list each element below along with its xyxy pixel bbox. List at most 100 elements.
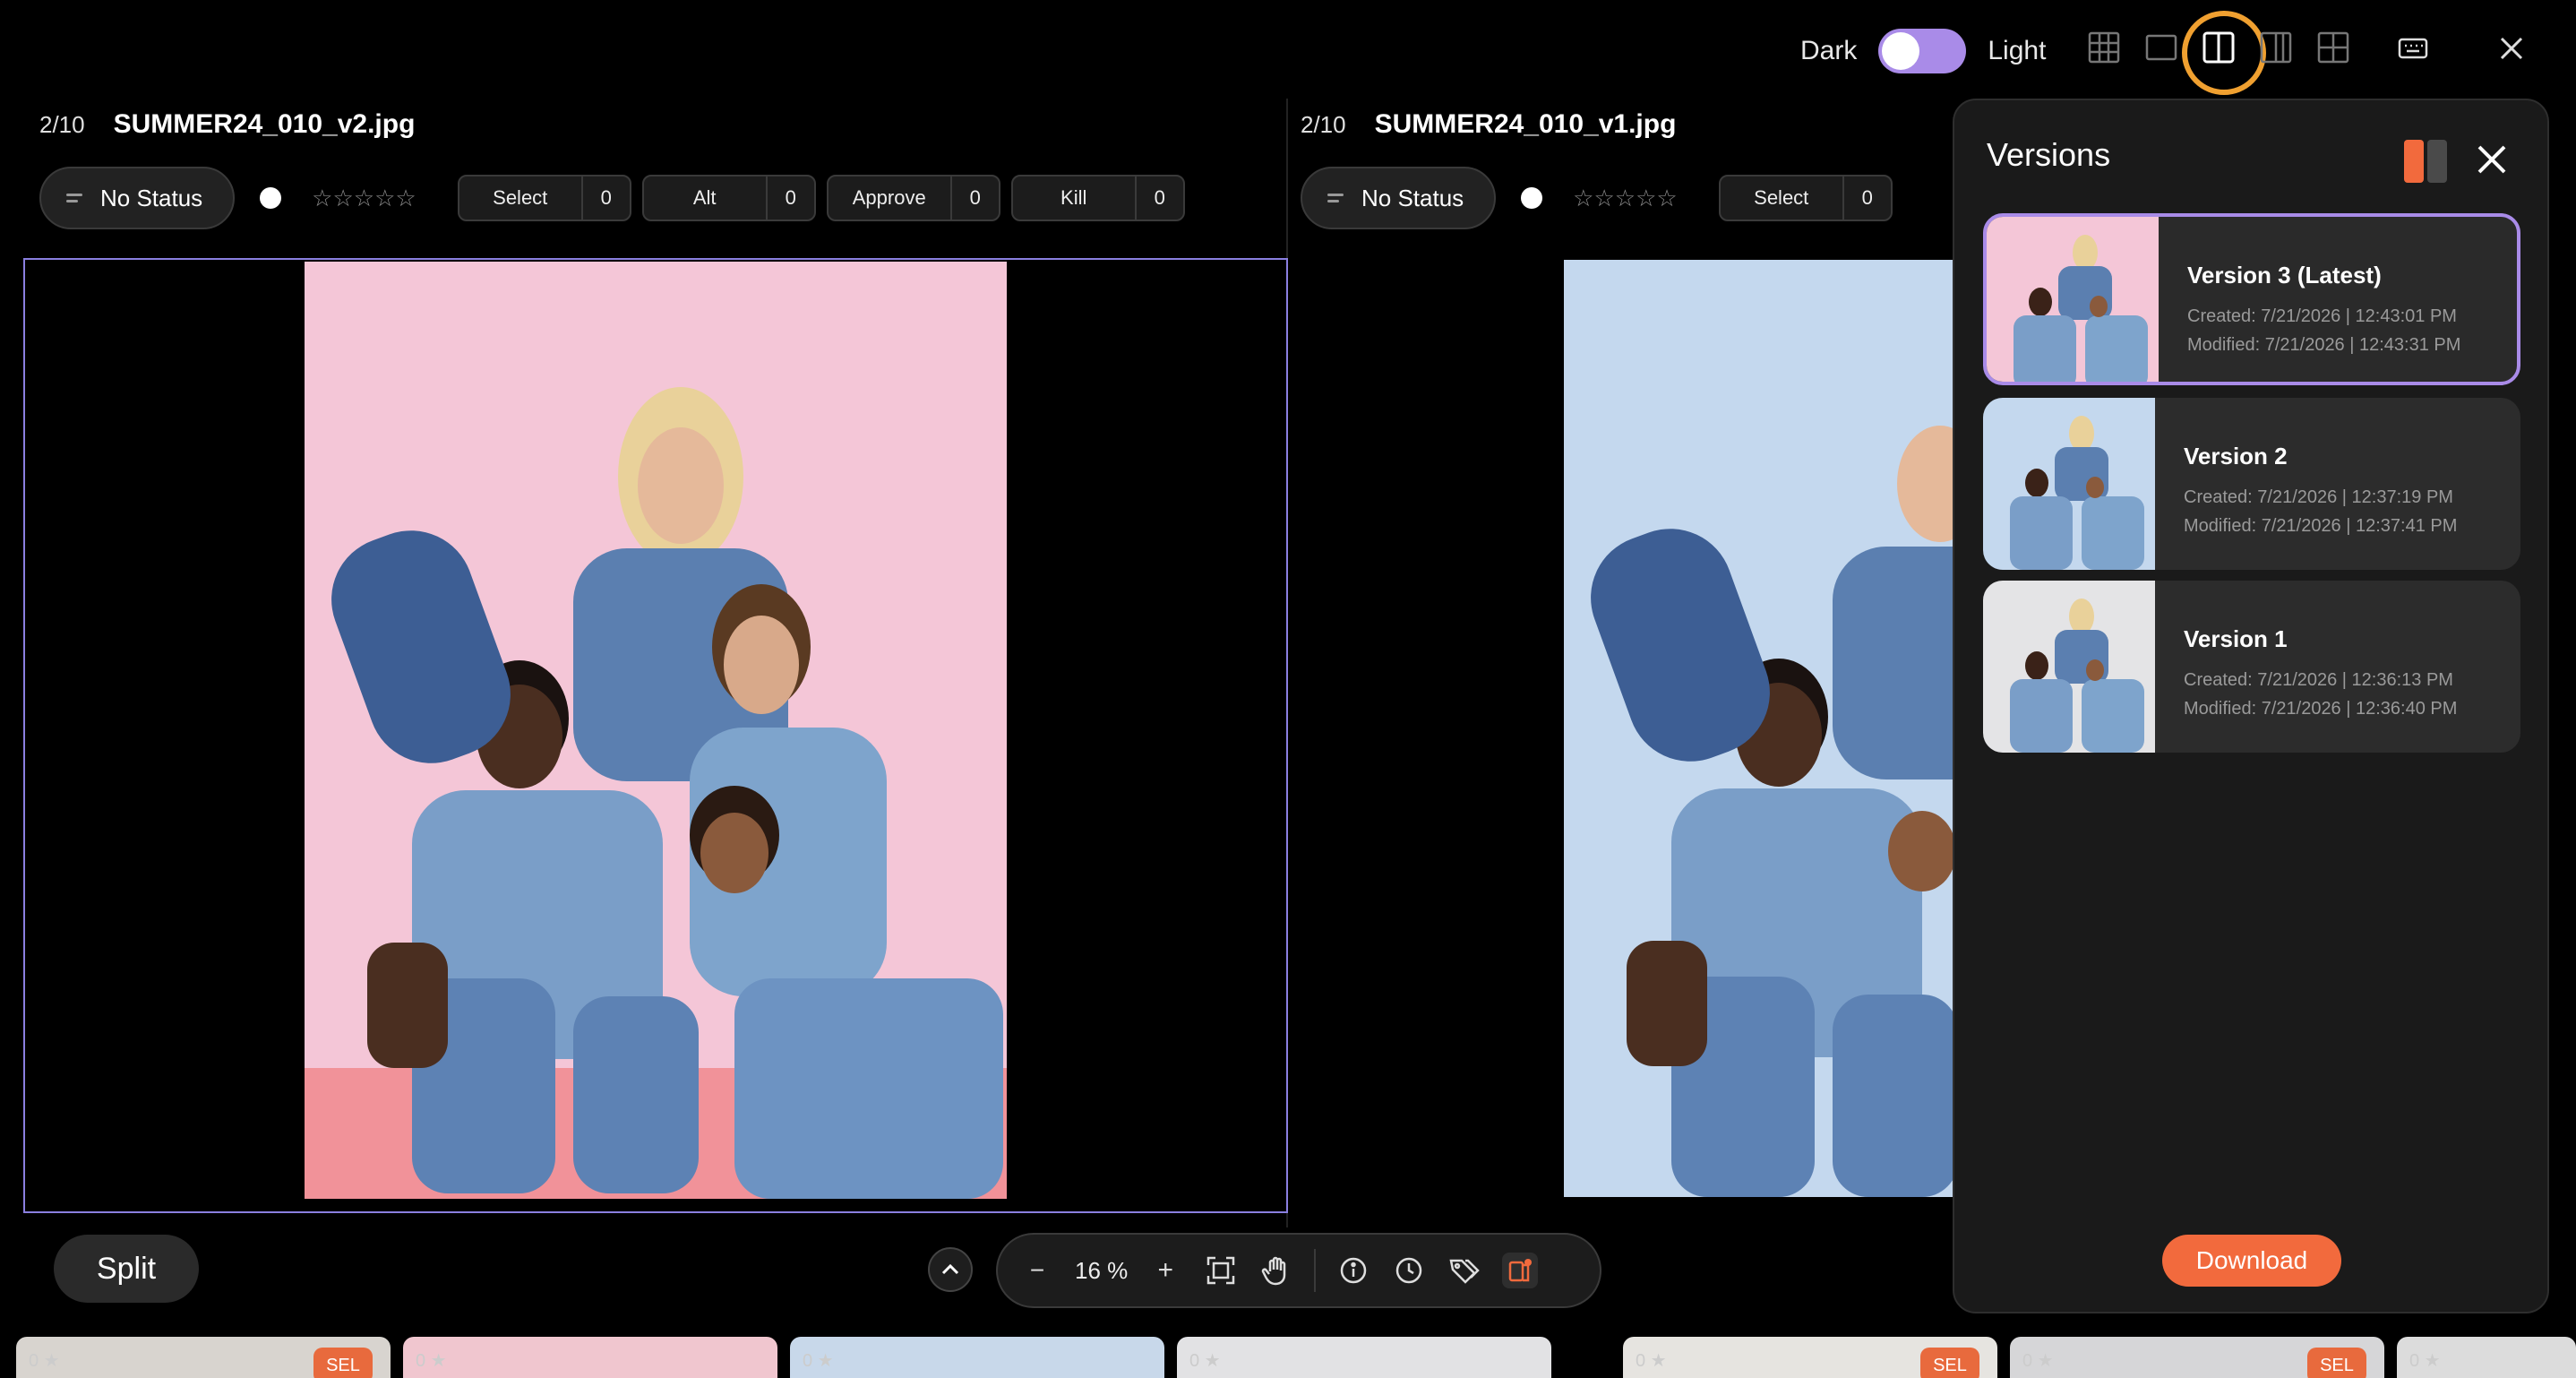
thumb-rating: 0 ★	[1636, 1351, 1667, 1371]
photo-v2	[305, 262, 1007, 1199]
version-modified: Modified: 7/21/2026 | 12:37:41 PM	[2184, 516, 2458, 536]
viewer-toolbar: − 16 % +	[996, 1233, 1601, 1308]
left-status-row: No Status ☆☆☆☆☆ Select 0 Alt 0 Approve 0 Ki…	[39, 167, 1185, 229]
filmstrip-thumbnail[interactable]: 0 ★	[2397, 1337, 2576, 1378]
version-card[interactable]: Version 2 Created: 7/21/2026 | 12:37:19 …	[1983, 398, 2520, 570]
zoom-in-button[interactable]: +	[1147, 1253, 1183, 1288]
tag-label: Select	[493, 186, 548, 209]
compare-view-icon[interactable]	[2259, 30, 2293, 65]
version-created: Created: 7/21/2026 | 12:37:19 PM	[2184, 487, 2453, 507]
status-dropdown[interactable]: No Status	[1301, 167, 1497, 229]
filmstrip-thumbnail[interactable]: 0 ★ SEL	[2010, 1337, 2384, 1378]
tag-count: 0	[1842, 177, 1891, 220]
version-thumbnail	[1987, 217, 2159, 382]
version-created: Created: 7/21/2026 | 12:36:13 PM	[2184, 670, 2453, 690]
thumb-rating: 0 ★	[803, 1351, 834, 1371]
status-label: No Status	[100, 184, 203, 211]
close-panel-icon[interactable]	[2474, 142, 2510, 177]
filmstrip-thumbnail[interactable]: 0 ★ SEL	[16, 1337, 391, 1378]
grid-view-icon[interactable]	[2087, 30, 2121, 65]
versions-icon[interactable]	[1502, 1253, 1539, 1288]
tag-count: 0	[949, 177, 999, 220]
image-counter: 2/10	[39, 110, 85, 138]
tag-count: 0	[1134, 177, 1183, 220]
filmstrip: 0 ★ SEL 0 ★ 0 ★ 0 ★ 0 ★ SEL 0 ★ SEL 0 ★	[0, 1337, 2576, 1378]
version-card[interactable]: Version 3 (Latest) Created: 7/21/2026 | …	[1983, 213, 2520, 385]
tag-label: Approve	[852, 186, 926, 209]
tag-group: Select 0 Alt 0 Approve 0 Kill 0	[457, 175, 1185, 221]
version-name: Version 1	[2184, 625, 2288, 652]
version-thumbnail	[1983, 398, 2155, 570]
version-card[interactable]: Version 1 Created: 7/21/2026 | 12:36:13 …	[1983, 581, 2520, 753]
file-name: SUMMER24_010_v2.jpg	[113, 109, 416, 139]
version-name: Version 3 (Latest)	[2187, 262, 2382, 289]
photo-v1	[1564, 260, 1953, 1197]
tag-select[interactable]: Select 0	[457, 175, 631, 221]
fit-screen-icon[interactable]	[1203, 1253, 1239, 1288]
file-name: SUMMER24_010_v1.jpg	[1374, 109, 1677, 139]
filmstrip-thumbnail[interactable]: 0 ★	[790, 1337, 1164, 1378]
version-modified: Modified: 7/21/2026 | 12:36:40 PM	[2184, 699, 2458, 719]
theme-switch[interactable]	[1878, 29, 1967, 73]
zoom-level[interactable]: 16 %	[1075, 1257, 1128, 1285]
tag-kill[interactable]: Kill 0	[1010, 175, 1185, 221]
thumb-rating: 0 ★	[416, 1351, 447, 1371]
tag-count: 0	[765, 177, 814, 220]
status-dropdown[interactable]: No Status	[39, 167, 236, 229]
filmstrip-thumbnail[interactable]: 0 ★	[403, 1337, 777, 1378]
right-pane-header: 2/10 SUMMER24_010_v1.jpg	[1301, 109, 1676, 140]
status-icon	[1327, 194, 1344, 202]
image-counter: 2/10	[1301, 110, 1346, 138]
info-icon[interactable]	[1335, 1253, 1371, 1288]
tag-label: Alt	[692, 186, 717, 209]
download-button[interactable]: Download	[2162, 1235, 2341, 1287]
tag-approve[interactable]: Approve 0	[826, 175, 1000, 221]
history-clock-icon[interactable]	[1391, 1253, 1427, 1288]
left-image-viewer[interactable]	[23, 258, 1288, 1213]
sel-badge: SEL	[2307, 1348, 2366, 1378]
sel-badge: SEL	[1920, 1348, 1979, 1378]
thumb-rating: 0 ★	[1189, 1351, 1221, 1371]
color-label-dot[interactable]	[260, 187, 282, 209]
switch-knob	[1882, 32, 1920, 70]
version-created: Created: 7/21/2026 | 12:43:01 PM	[2187, 306, 2457, 326]
left-pane-header: 2/10 SUMMER24_010_v2.jpg	[39, 109, 415, 140]
thumb-rating: 0 ★	[29, 1351, 60, 1371]
filmstrip-thumbnail[interactable]: 0 ★ SEL	[1623, 1337, 1997, 1378]
theme-toggle: Dark Light	[1800, 29, 2046, 73]
version-name: Version 2	[2184, 443, 2288, 469]
star-rating[interactable]: ☆☆☆☆☆	[312, 185, 416, 212]
split-view-icon[interactable]	[2182, 11, 2266, 95]
right-status-row: No Status ☆☆☆☆☆ Select 0	[1301, 167, 1893, 229]
filmstrip-thumbnail[interactable]: 0 ★	[1177, 1337, 1551, 1378]
quad-view-icon[interactable]	[2316, 30, 2350, 65]
tag-alt[interactable]: Alt 0	[641, 175, 816, 221]
tags-icon[interactable]	[1447, 1253, 1482, 1288]
chevron-up-icon[interactable]	[928, 1247, 973, 1292]
versions-title: Versions	[1987, 136, 2111, 173]
thumb-rating: 0 ★	[2409, 1351, 2441, 1371]
split-button[interactable]: Split	[54, 1235, 199, 1303]
right-image-viewer[interactable]	[1290, 258, 1953, 1213]
star-rating[interactable]: ☆☆☆☆☆	[1573, 185, 1678, 212]
color-label-dot[interactable]	[1521, 187, 1543, 209]
versions-panel: Versions Version 3 (Latest) Created: 7/2…	[1953, 99, 2549, 1313]
dark-label: Dark	[1800, 36, 1858, 65]
tag-label: Kill	[1060, 186, 1087, 209]
thumb-rating: 0 ★	[2022, 1351, 2054, 1371]
toolbar-divider	[1314, 1249, 1317, 1292]
compare-versions-icon[interactable]	[2404, 140, 2449, 183]
zoom-out-button[interactable]: −	[1019, 1253, 1055, 1288]
version-thumbnail	[1983, 581, 2155, 753]
status-icon	[66, 194, 82, 202]
keyboard-icon[interactable]	[2398, 36, 2428, 65]
tag-label: Select	[1754, 186, 1809, 209]
pan-hand-icon[interactable]	[1258, 1253, 1294, 1288]
single-view-icon[interactable]	[2144, 30, 2178, 65]
top-bar: Dark Light	[0, 0, 2576, 99]
tag-count: 0	[580, 177, 630, 220]
tag-select[interactable]: Select 0	[1718, 175, 1893, 221]
close-icon[interactable]	[2499, 36, 2524, 65]
tag-group: Select 0	[1718, 175, 1893, 221]
status-label: No Status	[1361, 184, 1464, 211]
